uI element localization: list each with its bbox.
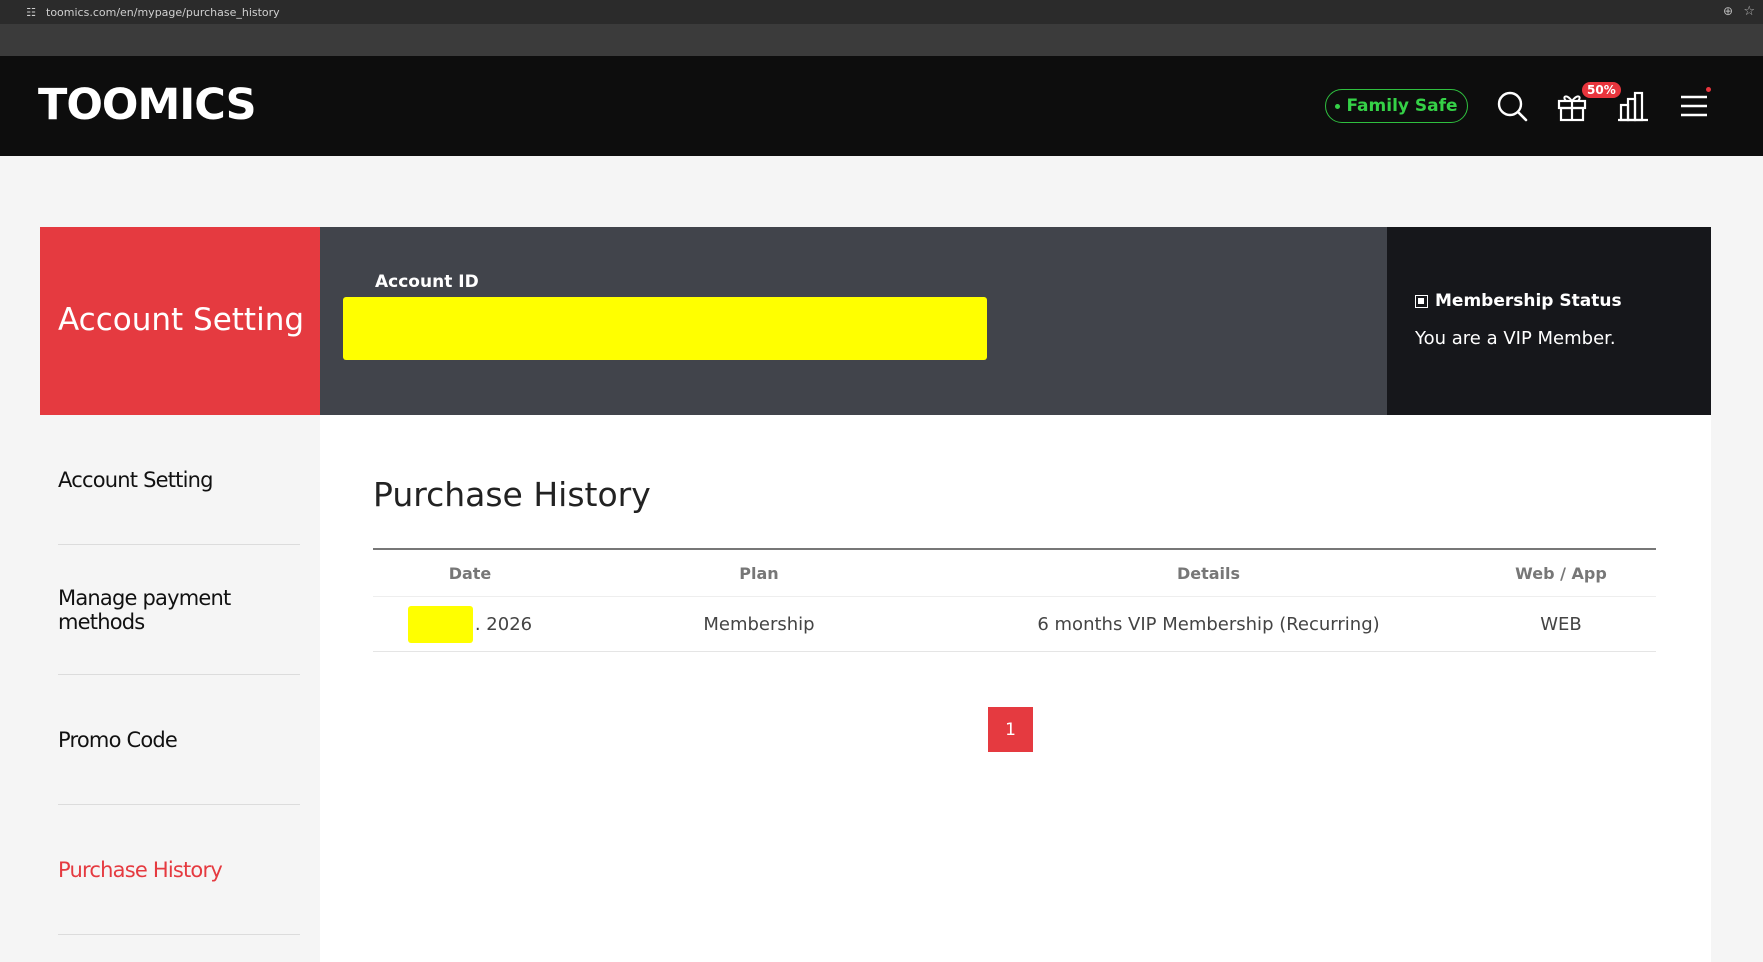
sidebar-item-promo-code[interactable]: Promo Code <box>58 675 300 805</box>
page-title: Purchase History <box>373 475 651 514</box>
sidebar: Account Setting Manage payment methods P… <box>40 415 320 962</box>
square-bullet-icon <box>1415 294 1428 308</box>
account-id-redacted <box>343 297 987 360</box>
membership-status-title: Membership Status <box>1415 291 1622 311</box>
account-id-label: Account ID <box>375 272 479 292</box>
column-header-plan: Plan <box>739 563 779 583</box>
status-dot-icon <box>1335 103 1341 109</box>
sidebar-item-account-setting[interactable]: Account Setting <box>58 415 300 545</box>
ranking-chart-icon[interactable] <box>1615 88 1651 124</box>
family-safe-toggle[interactable]: Family Safe <box>1325 89 1468 123</box>
purchase-history-table: Date Plan Details Web / App . 2026 Membe… <box>373 548 1656 652</box>
site-settings-icon[interactable]: ☷ <box>24 5 38 19</box>
main-content: Purchase History Date Plan Details Web /… <box>320 415 1711 962</box>
date-cell: . 2026 <box>373 605 567 643</box>
account-setting-banner: Account Setting <box>40 227 320 415</box>
details-cell: 6 months VIP Membership (Recurring) <box>1037 613 1380 635</box>
bookmark-star-icon[interactable]: ☆ <box>1743 3 1755 19</box>
membership-status-label: Membership Status <box>1435 291 1622 311</box>
search-icon[interactable] <box>1494 88 1530 124</box>
sidebar-item-manage-payment-methods[interactable]: Manage payment methods <box>58 545 300 675</box>
account-id-panel: Account ID <box>320 227 1387 415</box>
notification-dot <box>1706 87 1711 92</box>
banner-title: Account Setting <box>58 302 305 338</box>
url-text[interactable]: toomics.com/en/mypage/purchase_history <box>46 6 280 19</box>
browser-toolbar <box>0 24 1763 56</box>
toomics-logo[interactable]: TOOMICS <box>38 84 257 127</box>
column-header-date: Date <box>448 563 492 583</box>
date-text: . 2026 <box>474 613 533 635</box>
membership-status-panel: Membership Status You are a VIP Member. <box>1387 227 1711 415</box>
platform-cell: WEB <box>1540 613 1582 635</box>
plan-cell: Membership <box>703 613 815 635</box>
zoom-icon[interactable]: ⊕ <box>1723 4 1733 18</box>
membership-status-text: You are a VIP Member. <box>1415 328 1616 349</box>
pagination-page-button[interactable]: 1 <box>988 707 1033 752</box>
sidebar-item-purchase-history[interactable]: Purchase History <box>58 805 300 935</box>
site-header: TOOMICS Family Safe 50% <box>0 56 1763 156</box>
browser-url-bar[interactable]: ☷ toomics.com/en/mypage/purchase_history… <box>0 0 1763 24</box>
family-safe-label: Family Safe <box>1346 96 1458 116</box>
hamburger-menu-icon[interactable] <box>1676 88 1712 124</box>
date-redacted <box>407 605 473 643</box>
column-header-web-app: Web / App <box>1515 563 1607 583</box>
table-row: . 2026 Membership 6 months VIP Membershi… <box>373 597 1656 652</box>
column-header-details: Details <box>1176 563 1241 583</box>
table-header: Date Plan Details Web / App <box>373 550 1656 597</box>
